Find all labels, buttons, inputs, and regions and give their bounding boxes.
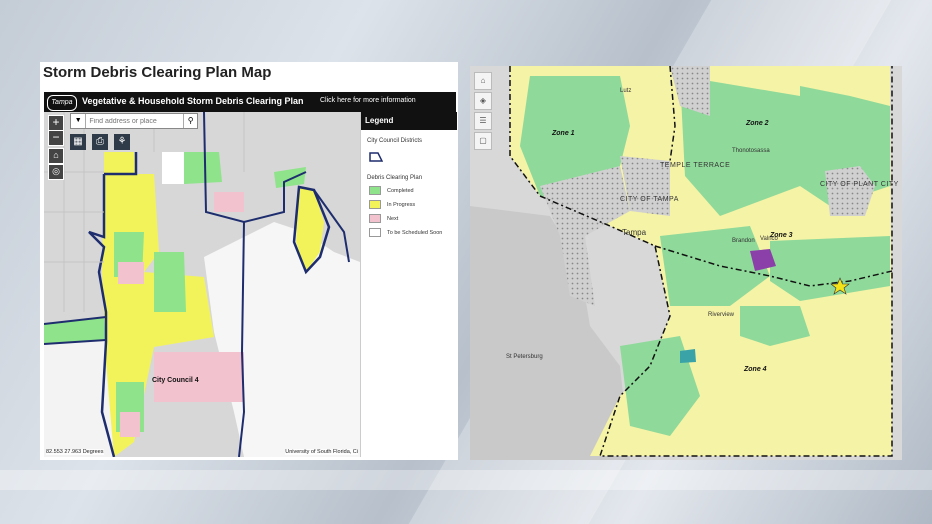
search-icon[interactable]: ⚲	[183, 114, 197, 128]
map-attribution: University of South Florida, Ci	[285, 449, 358, 455]
place-label: Valrico	[760, 236, 778, 242]
search-box[interactable]: ▼ ⚲	[70, 113, 198, 129]
coordinate-readout: 82.553 27.963 Degrees	[46, 449, 104, 455]
place-label: CITY OF PLANT CITY	[820, 181, 899, 188]
legend-item-scheduled: To be Scheduled Soon	[369, 228, 457, 237]
place-label: Riverview	[708, 312, 735, 318]
place-label: Thonotosassa	[732, 148, 770, 154]
zone-label: Zone 4	[744, 366, 767, 373]
search-input[interactable]	[86, 114, 184, 128]
next-zone	[120, 412, 140, 437]
district-outline-icon	[369, 152, 384, 162]
app-header-bar: Tampa Vegetative & Household Storm Debri…	[44, 92, 456, 112]
zone-label: Zone 1	[552, 130, 575, 137]
debris-map[interactable]: + − ⌂ ◎ ▼ ⚲ ▦ ⎙ ⚘ City Council 4 82.553 …	[44, 112, 360, 457]
home-icon[interactable]: ⌂	[474, 72, 492, 90]
bay-water	[204, 222, 360, 457]
legend-header: Legend	[361, 112, 457, 130]
place-label: Lutz	[620, 88, 632, 94]
completed-zone	[154, 252, 186, 312]
city-logo: Tampa	[47, 95, 77, 111]
completed-zone	[184, 152, 222, 184]
app-title: Vegetative & Household Storm Debris Clea…	[82, 96, 304, 106]
districts-title: City Council Districts	[367, 138, 423, 144]
share-icon[interactable]: ⚘	[114, 134, 130, 150]
district-symbol	[369, 149, 457, 167]
page-title: Storm Debris Clearing Plan Map	[43, 64, 272, 81]
place-label: TEMPLE TERRACE	[660, 162, 731, 169]
basemap-icon[interactable]: ▢	[474, 132, 492, 150]
list-icon[interactable]: ☰	[474, 112, 492, 130]
legend-panel: Legend City Council Districts Debris Cle…	[360, 112, 457, 457]
legend-item-completed: Completed	[369, 186, 457, 195]
legend-item-next: Next	[369, 214, 457, 223]
council-district-label: City Council 4	[152, 377, 199, 384]
debris-map-graphics	[44, 112, 360, 457]
completed-swatch	[369, 186, 381, 195]
legend-label: To be Scheduled Soon	[387, 229, 443, 236]
teal-area	[680, 349, 696, 363]
county-map-graphics	[470, 66, 893, 460]
zoom-out-button[interactable]: −	[48, 130, 64, 146]
locate-icon[interactable]: ◎	[48, 164, 64, 180]
place-label: CITY OF TAMPA	[620, 196, 679, 203]
basemap-gallery-icon[interactable]: ▦	[70, 134, 86, 150]
next-zone	[118, 262, 144, 284]
legend-label: Next	[387, 215, 399, 222]
legend-label: In Progress	[387, 201, 416, 208]
chevron-down-icon[interactable]: ▼	[71, 114, 87, 128]
zone-label: Zone 2	[746, 120, 769, 127]
next-swatch	[369, 214, 381, 223]
place-label: Brandon	[732, 238, 755, 244]
scheduled-swatch	[369, 228, 381, 237]
gulf-water	[470, 206, 630, 460]
county-zone-map[interactable]: ⌂ ◈ ☰ ▢ Zone 1 Zone 2 Zone 3 Zone 4 TEMP…	[470, 66, 902, 460]
place-label: St Petersburg	[506, 354, 543, 360]
left-map-panel: Storm Debris Clearing Plan Map Tampa Veg…	[40, 62, 458, 460]
in-progress-zone	[104, 152, 136, 174]
more-info-link[interactable]: Click here for more information	[320, 97, 416, 104]
next-zone	[214, 192, 244, 212]
print-icon[interactable]: ⎙	[92, 134, 108, 150]
legend-label: Completed	[387, 187, 414, 194]
legend-item-in-progress: In Progress	[369, 200, 457, 209]
plan-title: Debris Clearing Plan	[367, 175, 423, 181]
completed-zone	[274, 167, 306, 188]
scheduled-zone	[162, 152, 184, 184]
layers-icon[interactable]: ◈	[474, 92, 492, 110]
place-label: Tampa	[622, 228, 647, 237]
home-icon[interactable]: ⌂	[48, 148, 64, 164]
zoom-in-button[interactable]: +	[48, 115, 64, 131]
in-progress-swatch	[369, 200, 381, 209]
